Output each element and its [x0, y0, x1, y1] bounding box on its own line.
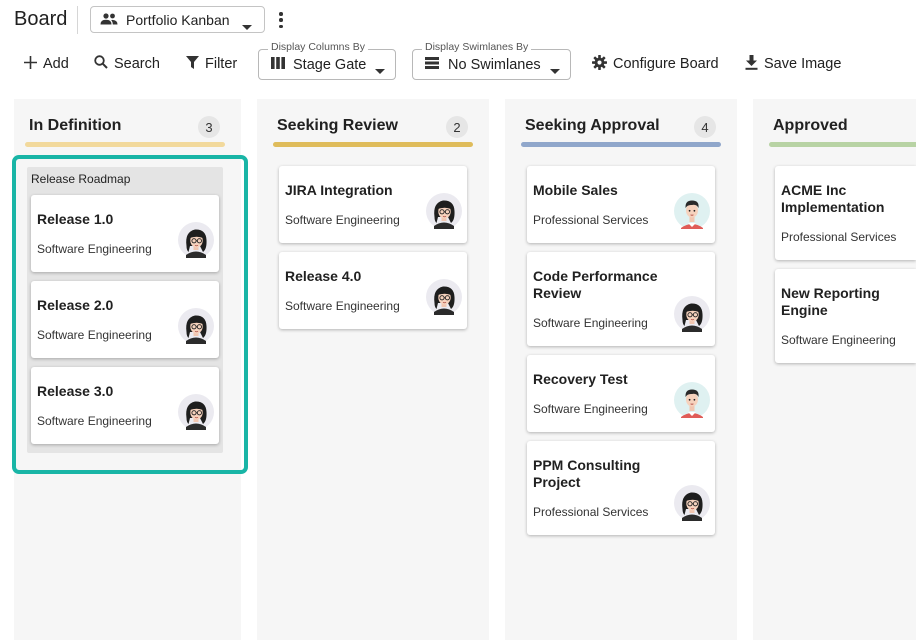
- card-subtitle: Software Engineering: [533, 316, 648, 330]
- card-title: PPM Consulting Project: [533, 457, 641, 490]
- display-columns-value: Stage Gate: [293, 56, 367, 73]
- card-subtitle: Software Engineering: [37, 242, 152, 256]
- columns-icon: [271, 56, 285, 73]
- column-color-bar: [521, 142, 721, 147]
- caret-down-icon: [375, 62, 385, 78]
- search-button[interactable]: Search: [94, 52, 160, 76]
- card-subtitle: Software Engineering: [37, 328, 152, 342]
- configure-board-label: Configure Board: [613, 56, 719, 72]
- card[interactable]: PPM Consulting Project Professional Serv…: [527, 441, 715, 535]
- card-title: Release 1.0: [37, 211, 114, 227]
- filter-label: Filter: [205, 56, 238, 72]
- card-title: Mobile Sales: [533, 182, 618, 198]
- card-title: Release 4.0: [285, 268, 362, 284]
- card[interactable]: New Reporting Engine Software Engineerin…: [775, 269, 916, 363]
- add-label: Add: [43, 56, 69, 72]
- display-swimlanes-value: No Swimlanes: [448, 56, 541, 73]
- caret-down-icon: [242, 17, 252, 33]
- card[interactable]: Release 1.0 Software Engineering: [31, 195, 219, 272]
- card[interactable]: Release 4.0 Software Engineering: [279, 252, 467, 329]
- configure-board-button[interactable]: Configure Board: [592, 52, 719, 76]
- column-title: In Definition: [29, 117, 122, 134]
- display-columns-select[interactable]: Display Columns By Stage Gate: [258, 41, 396, 80]
- card[interactable]: Release 2.0 Software Engineering: [31, 281, 219, 358]
- card[interactable]: ACME Inc Implementation Professional Ser…: [775, 166, 916, 260]
- caret-down-icon: [550, 62, 560, 78]
- female-avatar: [426, 279, 462, 315]
- card-title: Code Performance Review: [533, 268, 658, 301]
- add-button[interactable]: Add: [24, 52, 69, 76]
- card-subtitle: Professional Services: [533, 505, 649, 519]
- filter-icon: [186, 55, 205, 73]
- card-title: JIRA Integration: [285, 182, 393, 198]
- male-avatar: [674, 193, 710, 229]
- search-label: Search: [114, 56, 160, 72]
- female-avatar: [178, 394, 214, 430]
- card-subtitle: Software Engineering: [781, 333, 896, 347]
- filter-button[interactable]: Filter: [186, 52, 237, 76]
- female-avatar: [674, 296, 710, 332]
- gear-icon: [592, 54, 613, 74]
- male-avatar: [674, 382, 710, 418]
- column-color-bar: [25, 142, 225, 147]
- display-swimlanes-label: Display Swimlanes By: [422, 41, 532, 53]
- card[interactable]: Mobile Sales Professional Services: [527, 166, 715, 243]
- card[interactable]: Release 3.0 Software Engineering: [31, 367, 219, 444]
- column-count-badge: 2: [446, 116, 468, 138]
- female-avatar: [178, 308, 214, 344]
- plus-icon: [24, 55, 43, 73]
- card-title: Release 2.0: [37, 297, 114, 313]
- card-subtitle: Professional Services: [533, 213, 649, 227]
- more-menu-icon[interactable]: [275, 10, 287, 30]
- card[interactable]: JIRA Integration Software Engineering: [279, 166, 467, 243]
- column-count-badge: 3: [198, 116, 220, 138]
- card[interactable]: Code Performance Review Software Enginee…: [527, 252, 715, 346]
- column-title: Approved: [773, 117, 848, 134]
- column-title: Seeking Review: [277, 117, 398, 134]
- group-label: Release Roadmap: [31, 172, 131, 186]
- column-count-badge: 4: [694, 116, 716, 138]
- card-subtitle: Software Engineering: [285, 213, 400, 227]
- search-icon: [94, 55, 114, 73]
- column-title: Seeking Approval: [525, 117, 660, 134]
- display-columns-label: Display Columns By: [268, 41, 368, 53]
- column-color-bar: [273, 142, 473, 147]
- app-header: Board Portfolio Kanban: [0, 0, 916, 40]
- card-title: ACME Inc Implementation: [781, 182, 885, 215]
- swimlanes-icon: [425, 56, 439, 73]
- board-select-value: Portfolio Kanban: [126, 11, 230, 28]
- people-icon: [100, 12, 118, 28]
- card-title: Release 3.0: [37, 383, 114, 399]
- card-subtitle: Professional Services: [781, 230, 897, 244]
- card-subtitle: Software Engineering: [37, 414, 152, 428]
- female-avatar: [178, 222, 214, 258]
- page-title: Board: [14, 8, 68, 30]
- female-avatar: [674, 485, 710, 521]
- female-avatar: [426, 193, 462, 229]
- header-divider: [77, 6, 78, 34]
- download-icon: [745, 54, 764, 74]
- card-title: Recovery Test: [533, 371, 628, 387]
- card-title: New Reporting Engine: [781, 285, 880, 318]
- save-image-button[interactable]: Save Image: [745, 52, 841, 76]
- card-subtitle: Software Engineering: [533, 402, 648, 416]
- card[interactable]: Recovery Test Software Engineering: [527, 355, 715, 432]
- board-select[interactable]: Portfolio Kanban: [90, 6, 265, 33]
- display-swimlanes-select[interactable]: Display Swimlanes By No Swimlanes: [412, 41, 571, 80]
- save-image-label: Save Image: [764, 56, 842, 72]
- column-color-bar: [769, 142, 916, 147]
- card-subtitle: Software Engineering: [285, 299, 400, 313]
